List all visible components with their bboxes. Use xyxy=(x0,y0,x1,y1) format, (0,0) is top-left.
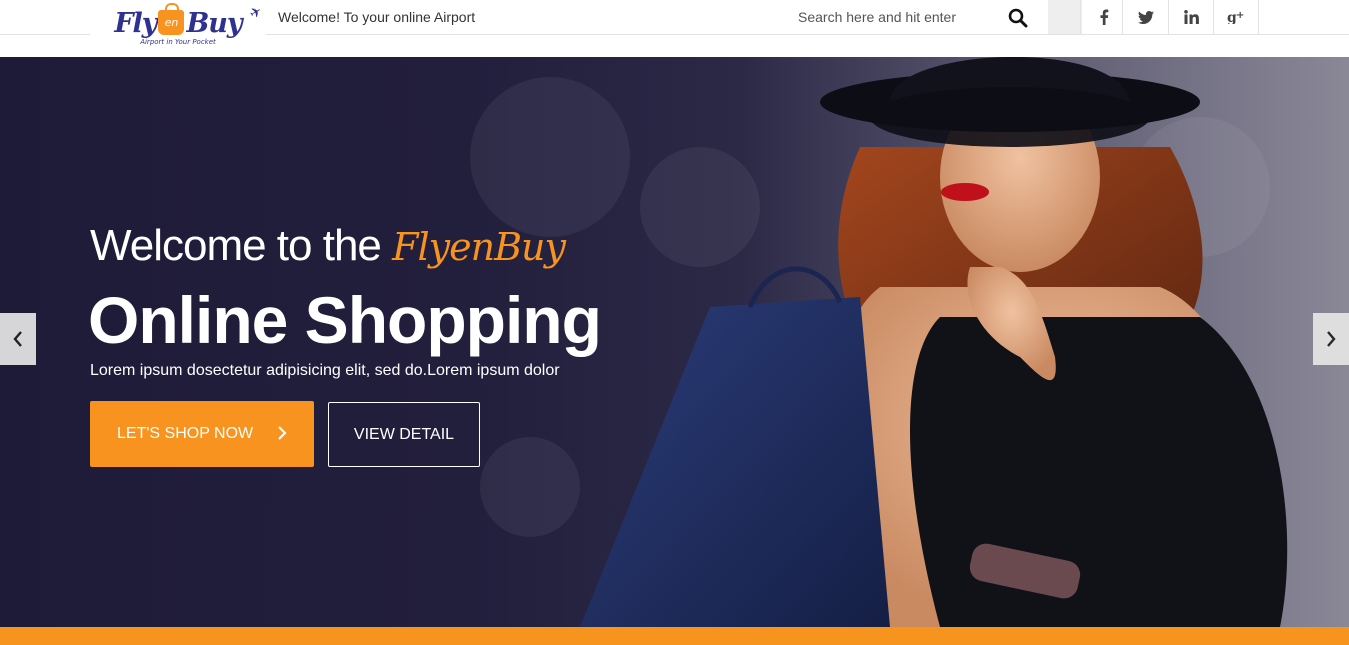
toolbar-spacer xyxy=(1048,0,1082,34)
airplane-icon: ✈ xyxy=(246,2,265,22)
hero-heading-brand: FlyenBuy xyxy=(392,225,566,269)
google-plus-icon: g + xyxy=(1227,10,1244,24)
view-detail-button[interactable]: VIEW DETAIL xyxy=(328,402,480,467)
hero-heading: Welcome to the FlyenBuy xyxy=(90,221,566,271)
search-icon[interactable] xyxy=(1004,4,1032,32)
linkedin-icon xyxy=(1184,10,1199,24)
hero-title: Online Shopping xyxy=(88,283,602,357)
chevron-right-icon xyxy=(1327,331,1336,347)
shop-now-button[interactable]: LET'S SHOP NOW xyxy=(90,401,314,467)
welcome-text: Welcome! To your online Airport xyxy=(278,9,476,25)
shop-now-label: LET'S SHOP NOW xyxy=(117,425,254,442)
hero-slider: Welcome to the FlyenBuy Online Shopping … xyxy=(0,57,1349,627)
slider-prev-button[interactable] xyxy=(0,313,36,365)
facebook-link[interactable] xyxy=(1080,0,1126,34)
shopping-bag-icon: en xyxy=(158,3,185,35)
chevron-left-icon xyxy=(13,331,22,347)
logo-word-fly: Fly xyxy=(114,8,157,39)
twitter-icon xyxy=(1137,10,1154,24)
chevron-right-icon xyxy=(278,426,287,440)
search-input[interactable] xyxy=(790,5,990,29)
hero-heading-prefix: Welcome to the xyxy=(90,221,382,270)
logo-bag-text: en xyxy=(164,16,179,29)
logo-tagline: Airport in Your Pocket xyxy=(140,38,216,46)
site-logo[interactable]: Fly en Buy ✈ Airport in Your Pocket xyxy=(90,0,266,56)
accent-strip xyxy=(0,627,1349,645)
hero-model-image xyxy=(580,57,1288,627)
hero-subtitle: Lorem ipsum dosectetur adipisicing elit,… xyxy=(90,362,560,379)
svg-text:+: + xyxy=(1236,10,1244,21)
slider-next-button[interactable] xyxy=(1313,313,1349,365)
view-detail-label: VIEW DETAIL xyxy=(353,425,455,443)
linkedin-link[interactable] xyxy=(1168,0,1214,34)
twitter-link[interactable] xyxy=(1122,0,1168,34)
google-plus-link[interactable]: g + xyxy=(1213,0,1259,34)
logo-word-buy: Buy xyxy=(186,8,242,39)
facebook-icon xyxy=(1100,9,1108,25)
